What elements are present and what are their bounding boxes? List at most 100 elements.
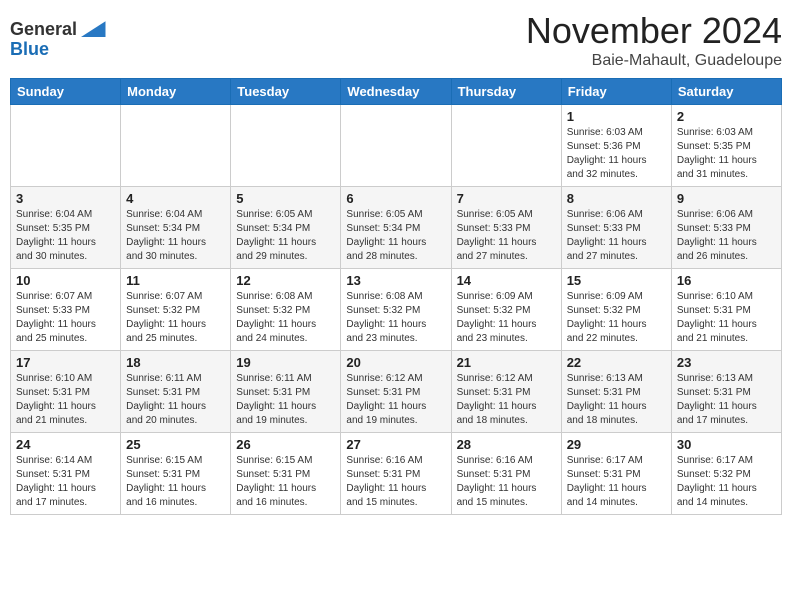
day-number: 6 <box>346 191 445 206</box>
title-block: November 2024 Baie-Mahault, Guadeloupe <box>526 10 782 70</box>
day-number: 10 <box>16 273 115 288</box>
day-number: 24 <box>16 437 115 452</box>
day-info: Sunrise: 6:10 AM Sunset: 5:31 PM Dayligh… <box>16 372 115 428</box>
day-info: Sunrise: 6:04 AM Sunset: 5:34 PM Dayligh… <box>126 208 225 264</box>
day-number: 12 <box>236 273 335 288</box>
day-info: Sunrise: 6:15 AM Sunset: 5:31 PM Dayligh… <box>126 454 225 510</box>
day-number: 14 <box>457 273 556 288</box>
day-number: 19 <box>236 355 335 370</box>
weekday-header: Friday <box>561 79 671 105</box>
calendar-cell: 10 Sunrise: 6:07 AM Sunset: 5:33 PM Dayli… <box>11 269 121 351</box>
day-info: Sunrise: 6:05 AM Sunset: 5:34 PM Dayligh… <box>346 208 445 264</box>
calendar-cell: 1Sunrise: 6:03 AM Sunset: 5:36 PM Daylig… <box>561 105 671 187</box>
day-number: 3 <box>16 191 115 206</box>
day-info: Sunrise: 6:13 AM Sunset: 5:31 PM Dayligh… <box>567 372 666 428</box>
day-number: 15 <box>567 273 666 288</box>
calendar-cell: 24 Sunrise: 6:14 AM Sunset: 5:31 PM Dayli… <box>11 433 121 515</box>
calendar-cell: 16 Sunrise: 6:10 AM Sunset: 5:31 PM Dayli… <box>671 269 781 351</box>
calendar-cell: 19 Sunrise: 6:11 AM Sunset: 5:31 PM Dayli… <box>231 351 341 433</box>
calendar-cell: 5 Sunrise: 6:05 AM Sunset: 5:34 PM Daylig… <box>231 187 341 269</box>
day-info: Sunrise: 6:08 AM Sunset: 5:32 PM Dayligh… <box>346 290 445 346</box>
day-number: 1 <box>567 109 666 124</box>
calendar-cell <box>121 105 231 187</box>
calendar-cell: 3 Sunrise: 6:04 AM Sunset: 5:35 PM Daylig… <box>11 187 121 269</box>
day-number: 2 <box>677 109 776 124</box>
day-number: 23 <box>677 355 776 370</box>
day-number: 21 <box>457 355 556 370</box>
logo-blue: Blue <box>10 39 49 59</box>
calendar-cell <box>341 105 451 187</box>
weekday-header: Tuesday <box>231 79 341 105</box>
day-info: Sunrise: 6:16 AM Sunset: 5:31 PM Dayligh… <box>346 454 445 510</box>
page-header: General Blue November 2024 Baie-Mahault,… <box>10 10 782 70</box>
day-info: Sunrise: 6:05 AM Sunset: 5:34 PM Dayligh… <box>236 208 335 264</box>
day-number: 4 <box>126 191 225 206</box>
day-info: Sunrise: 6:04 AM Sunset: 5:35 PM Dayligh… <box>16 208 115 264</box>
day-number: 5 <box>236 191 335 206</box>
calendar-cell: 11Sunrise: 6:07 AM Sunset: 5:32 PM Dayli… <box>121 269 231 351</box>
calendar-week-row: 17 Sunrise: 6:10 AM Sunset: 5:31 PM Dayli… <box>11 351 782 433</box>
calendar-cell <box>231 105 341 187</box>
day-info: Sunrise: 6:09 AM Sunset: 5:32 PM Dayligh… <box>567 290 666 346</box>
day-number: 27 <box>346 437 445 452</box>
calendar-cell: 14 Sunrise: 6:09 AM Sunset: 5:32 PM Dayli… <box>451 269 561 351</box>
day-info: Sunrise: 6:09 AM Sunset: 5:32 PM Dayligh… <box>457 290 556 346</box>
day-info: Sunrise: 6:13 AM Sunset: 5:31 PM Dayligh… <box>677 372 776 428</box>
day-info: Sunrise: 6:10 AM Sunset: 5:31 PM Dayligh… <box>677 290 776 346</box>
day-info: Sunrise: 6:11 AM Sunset: 5:31 PM Dayligh… <box>236 372 335 428</box>
day-info: Sunrise: 6:17 AM Sunset: 5:32 PM Dayligh… <box>677 454 776 510</box>
calendar-cell: 8 Sunrise: 6:06 AM Sunset: 5:33 PM Daylig… <box>561 187 671 269</box>
weekday-header: Sunday <box>11 79 121 105</box>
day-number: 9 <box>677 191 776 206</box>
calendar-cell: 18Sunrise: 6:11 AM Sunset: 5:31 PM Dayli… <box>121 351 231 433</box>
logo-general: General <box>10 19 77 39</box>
day-number: 25 <box>126 437 225 452</box>
day-info: Sunrise: 6:06 AM Sunset: 5:33 PM Dayligh… <box>677 208 776 264</box>
day-info: Sunrise: 6:15 AM Sunset: 5:31 PM Dayligh… <box>236 454 335 510</box>
day-number: 7 <box>457 191 556 206</box>
weekday-header: Monday <box>121 79 231 105</box>
calendar-cell: 13 Sunrise: 6:08 AM Sunset: 5:32 PM Dayli… <box>341 269 451 351</box>
day-number: 13 <box>346 273 445 288</box>
day-number: 16 <box>677 273 776 288</box>
location: Baie-Mahault, Guadeloupe <box>526 52 782 70</box>
calendar-week-row: 3 Sunrise: 6:04 AM Sunset: 5:35 PM Daylig… <box>11 187 782 269</box>
day-info: Sunrise: 6:16 AM Sunset: 5:31 PM Dayligh… <box>457 454 556 510</box>
day-info: Sunrise: 6:12 AM Sunset: 5:31 PM Dayligh… <box>346 372 445 428</box>
day-number: 11 <box>126 273 225 288</box>
calendar-week-row: 1Sunrise: 6:03 AM Sunset: 5:36 PM Daylig… <box>11 105 782 187</box>
weekday-header: Wednesday <box>341 79 451 105</box>
calendar-cell: 28 Sunrise: 6:16 AM Sunset: 5:31 PM Dayli… <box>451 433 561 515</box>
calendar-cell <box>11 105 121 187</box>
month-title: November 2024 <box>526 10 782 52</box>
calendar-table: SundayMondayTuesdayWednesdayThursdayFrid… <box>10 78 782 515</box>
weekday-header: Saturday <box>671 79 781 105</box>
calendar-cell: 20Sunrise: 6:12 AM Sunset: 5:31 PM Dayli… <box>341 351 451 433</box>
day-number: 8 <box>567 191 666 206</box>
day-number: 17 <box>16 355 115 370</box>
day-number: 28 <box>457 437 556 452</box>
calendar-cell: 26 Sunrise: 6:15 AM Sunset: 5:31 PM Dayli… <box>231 433 341 515</box>
calendar-week-row: 10 Sunrise: 6:07 AM Sunset: 5:33 PM Dayli… <box>11 269 782 351</box>
day-info: Sunrise: 6:17 AM Sunset: 5:31 PM Dayligh… <box>567 454 666 510</box>
day-info: Sunrise: 6:05 AM Sunset: 5:33 PM Dayligh… <box>457 208 556 264</box>
weekday-header: Thursday <box>451 79 561 105</box>
calendar-cell: 12Sunrise: 6:08 AM Sunset: 5:32 PM Dayli… <box>231 269 341 351</box>
calendar-cell: 4 Sunrise: 6:04 AM Sunset: 5:34 PM Daylig… <box>121 187 231 269</box>
calendar-cell <box>451 105 561 187</box>
day-number: 26 <box>236 437 335 452</box>
day-info: Sunrise: 6:14 AM Sunset: 5:31 PM Dayligh… <box>16 454 115 510</box>
calendar-cell: 6 Sunrise: 6:05 AM Sunset: 5:34 PM Daylig… <box>341 187 451 269</box>
day-info: Sunrise: 6:06 AM Sunset: 5:33 PM Dayligh… <box>567 208 666 264</box>
calendar-cell: 29Sunrise: 6:17 AM Sunset: 5:31 PM Dayli… <box>561 433 671 515</box>
day-info: Sunrise: 6:07 AM Sunset: 5:33 PM Dayligh… <box>16 290 115 346</box>
calendar-cell: 27 Sunrise: 6:16 AM Sunset: 5:31 PM Dayli… <box>341 433 451 515</box>
calendar-cell: 17 Sunrise: 6:10 AM Sunset: 5:31 PM Dayli… <box>11 351 121 433</box>
calendar-cell: 30Sunrise: 6:17 AM Sunset: 5:32 PM Dayli… <box>671 433 781 515</box>
calendar-cell: 7 Sunrise: 6:05 AM Sunset: 5:33 PM Daylig… <box>451 187 561 269</box>
day-info: Sunrise: 6:12 AM Sunset: 5:31 PM Dayligh… <box>457 372 556 428</box>
calendar-cell: 25 Sunrise: 6:15 AM Sunset: 5:31 PM Dayli… <box>121 433 231 515</box>
day-info: Sunrise: 6:11 AM Sunset: 5:31 PM Dayligh… <box>126 372 225 428</box>
calendar-cell: 23 Sunrise: 6:13 AM Sunset: 5:31 PM Dayli… <box>671 351 781 433</box>
calendar-cell: 9 Sunrise: 6:06 AM Sunset: 5:33 PM Daylig… <box>671 187 781 269</box>
